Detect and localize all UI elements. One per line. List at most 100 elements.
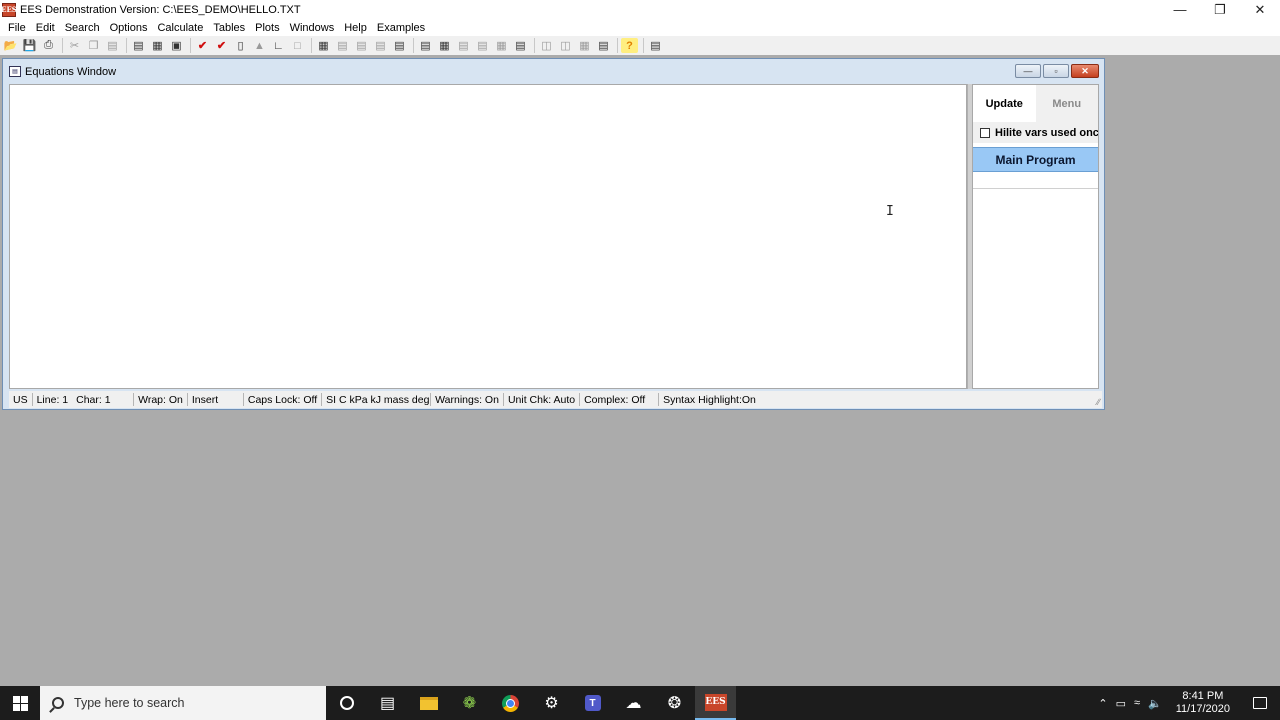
parametric-table-icon[interactable]: ▤ [417, 38, 434, 53]
menu-windows[interactable]: Windows [285, 22, 340, 34]
toolbar-separator [190, 38, 191, 53]
status-mode: Insert [188, 393, 244, 406]
equations-window-title-bar[interactable]: ▤ Equations Window [3, 59, 1104, 84]
cortana-button[interactable] [326, 686, 367, 720]
menu-edit[interactable]: Edit [31, 22, 60, 34]
formatted-equations-icon[interactable]: ▦ [149, 38, 166, 53]
equations-minimize-button[interactable]: — [1015, 64, 1041, 78]
tab-update[interactable]: Update [973, 85, 1036, 122]
copy-icon[interactable]: ❐ [85, 38, 102, 53]
battery-icon[interactable]: ▭ [1112, 697, 1130, 710]
calculator-icon[interactable]: ▯ [232, 38, 249, 53]
system-tray: ⌃ ▭ ≈ 🔈 8:41 PM 11/17/2020 [1094, 686, 1280, 720]
diagram-icon[interactable]: □ [289, 38, 306, 53]
tab-menu[interactable]: Menu [1035, 85, 1098, 122]
notifications-button[interactable] [1240, 697, 1280, 709]
save-icon[interactable]: 💾 [21, 38, 38, 53]
cortana-icon [339, 696, 354, 710]
plot-window-3-icon[interactable]: ▤ [372, 38, 389, 53]
search-placeholder: Type here to search [74, 696, 185, 710]
cascade-icon[interactable]: ◫ [557, 38, 574, 53]
menu-help[interactable]: Help [339, 22, 372, 34]
residuals-window-icon[interactable]: ▤ [512, 38, 529, 53]
arrays-window-icon[interactable]: ▦ [493, 38, 510, 53]
print-icon[interactable]: ⎙ [40, 38, 57, 53]
cloud-app-button[interactable]: ☁ [613, 686, 654, 720]
start-button[interactable] [0, 686, 40, 720]
menu-file[interactable]: File [3, 22, 31, 34]
help-icon[interactable]: ? [621, 38, 638, 53]
lookup-table-icon[interactable]: ▦ [436, 38, 453, 53]
equations-window-icon[interactable]: ▤ [130, 38, 147, 53]
new-table-icon[interactable]: ▦ [315, 38, 332, 53]
hilite-vars-checkbox[interactable] [980, 127, 990, 138]
check-icon[interactable]: ✔ [194, 38, 211, 53]
menu-plots[interactable]: Plots [250, 22, 284, 34]
status-warnings: Warnings: On [431, 393, 504, 406]
function-info-icon[interactable]: ▤ [647, 38, 664, 53]
file-explorer-button[interactable] [408, 686, 449, 720]
app-window-controls: — ❐ ✕ [1160, 0, 1280, 19]
main-program-item[interactable]: Main Program [973, 147, 1098, 172]
ees-taskbar-button[interactable]: EES [695, 686, 736, 720]
menu-options[interactable]: Options [105, 22, 153, 34]
pen-app-button[interactable]: ❁ [449, 686, 490, 720]
array-table-icon[interactable]: ▤ [455, 38, 472, 53]
paste-icon[interactable]: ▤ [104, 38, 121, 53]
teams-icon: T [584, 695, 601, 711]
tile-icon[interactable]: ◫ [538, 38, 555, 53]
plot-window-icon[interactable]: ▤ [334, 38, 351, 53]
task-view-icon: ▤ [379, 695, 396, 712]
taskbar-search-box[interactable]: Type here to search [40, 686, 326, 720]
clock-time: 8:41 PM [1182, 690, 1224, 702]
taskbar: Type here to search ▤ ❁ ⚙ T ☁ ❂ EES ⌃ ▭ … [0, 686, 1280, 720]
status-unit-check: Unit Chk: Auto [504, 393, 581, 406]
app-title: EES Demonstration Version: C:\EES_DEMO\H… [20, 3, 301, 16]
teams-button[interactable]: T [572, 686, 613, 720]
report-icon[interactable]: ▦ [576, 38, 593, 53]
volume-icon[interactable]: 🔈 [1144, 697, 1166, 710]
menu-search[interactable]: Search [60, 22, 105, 34]
menu-examples[interactable]: Examples [372, 22, 430, 34]
open-icon[interactable]: 📂 [2, 38, 19, 53]
equations-window-controls: — ▫ ✕ [1015, 64, 1099, 78]
cloud-app-icon: ☁ [625, 695, 642, 712]
menu-calculate[interactable]: Calculate [152, 22, 208, 34]
chrome-icon [502, 694, 519, 712]
equations-restore-button[interactable]: ▫ [1043, 64, 1069, 78]
side-panel-tabs: Update Menu [973, 85, 1098, 122]
taskbar-clock[interactable]: 8:41 PM 11/17/2020 [1166, 690, 1240, 716]
camera-app-button[interactable]: ❂ [654, 686, 695, 720]
minimize-button[interactable]: — [1160, 0, 1200, 19]
toolbar-separator [126, 38, 127, 53]
min-max-icon[interactable]: ▲ [251, 38, 268, 53]
status-wrap: Wrap: On [134, 393, 188, 406]
integral-table-icon[interactable]: ▤ [474, 38, 491, 53]
hilite-vars-label: Hilite vars used once [995, 126, 1098, 139]
property-plot-icon[interactable]: ▤ [391, 38, 408, 53]
cut-icon[interactable]: ✂ [66, 38, 83, 53]
solve-icon[interactable]: ✔ [213, 38, 230, 53]
notification-icon [1253, 697, 1267, 709]
equations-window-icon: ▤ [9, 66, 21, 77]
chevron-up-icon[interactable]: ⌃ [1094, 697, 1111, 710]
aperture-icon: ❂ [667, 695, 682, 712]
settings-button[interactable]: ⚙ [531, 686, 572, 720]
task-view-button[interactable]: ▤ [367, 686, 408, 720]
solution-window-icon[interactable]: ▣ [168, 38, 185, 53]
chrome-button[interactable] [490, 686, 531, 720]
toolbar-separator [643, 38, 644, 53]
restore-button[interactable]: ❐ [1200, 0, 1240, 19]
toolbar-separator [413, 38, 414, 53]
equations-close-button[interactable]: ✕ [1071, 64, 1099, 78]
close-button[interactable]: ✕ [1240, 0, 1280, 19]
resize-grip-icon[interactable]: ∕∕ [1097, 397, 1100, 407]
plot-window-2-icon[interactable]: ▤ [353, 38, 370, 53]
equations-editor[interactable]: I [9, 84, 967, 389]
debug-window-icon[interactable]: ▤ [595, 38, 612, 53]
wifi-icon[interactable]: ≈ [1130, 697, 1144, 709]
ees-app-icon[interactable]: EES [1, 2, 17, 17]
hilite-vars-option[interactable]: Hilite vars used once [973, 122, 1098, 143]
menu-tables[interactable]: Tables [208, 22, 250, 34]
plot-icon[interactable]: ∟ [270, 38, 287, 53]
